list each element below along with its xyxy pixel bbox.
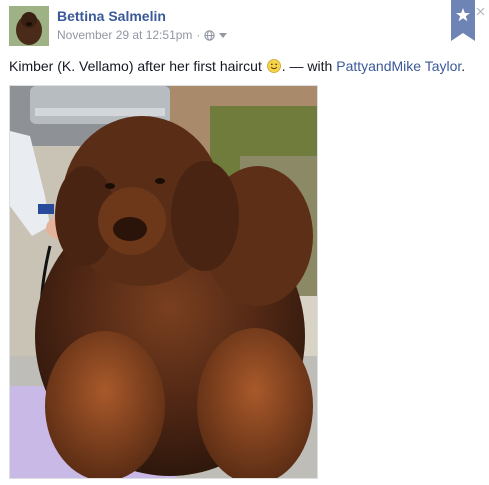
- caption-with-text: . — with: [281, 58, 333, 74]
- post-caption: Kimber (K. Vellamo) after her first hair…: [9, 57, 481, 75]
- close-icon[interactable]: [476, 3, 485, 16]
- caption-end: .: [461, 58, 466, 74]
- globe-icon[interactable]: [204, 29, 216, 41]
- star-icon[interactable]: [451, 0, 475, 41]
- author-avatar[interactable]: [9, 6, 49, 46]
- smile-emoji-icon: [266, 59, 281, 73]
- chevron-down-icon[interactable]: [219, 32, 228, 38]
- tagged-friend-link[interactable]: PattyandMike Taylor: [336, 58, 461, 74]
- author-name[interactable]: Bettina Salmelin: [57, 8, 166, 24]
- post-meta: November 29 at 12:51pm ·: [57, 28, 228, 42]
- post-timestamp[interactable]: November 29 at 12:51pm: [57, 28, 192, 42]
- feed-post: Bettina Salmelin November 29 at 12:51pm …: [0, 0, 489, 485]
- meta-separator: ·: [196, 28, 201, 42]
- caption-text: Kimber (K. Vellamo) after her first hair…: [9, 58, 262, 74]
- post-photo[interactable]: [9, 85, 318, 479]
